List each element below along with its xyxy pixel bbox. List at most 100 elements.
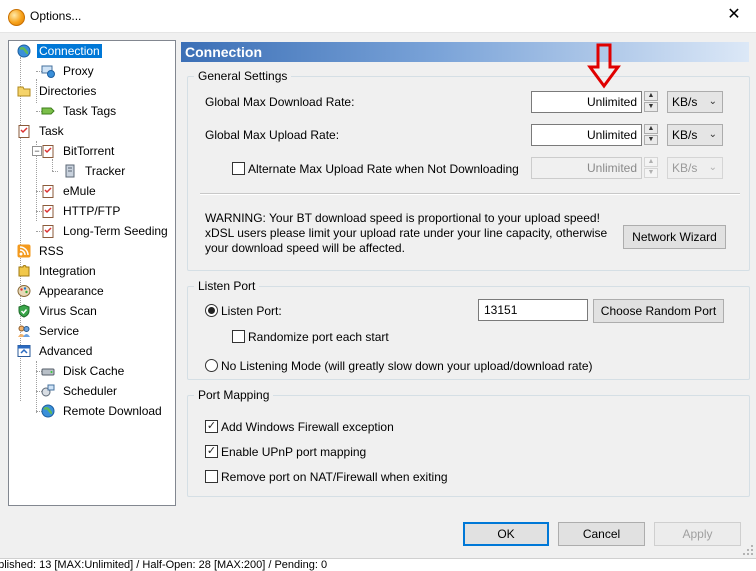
tree-item-tracker[interactable]: Tracker bbox=[65, 162, 127, 180]
no-listening-radio[interactable] bbox=[205, 359, 218, 372]
tree-item-label: Proxy bbox=[63, 64, 94, 78]
tree-item-integration[interactable]: Integration bbox=[18, 262, 98, 280]
tree-item-disk-cache[interactable]: Disk Cache bbox=[41, 362, 126, 380]
spin-up-icon[interactable]: ▲ bbox=[644, 124, 658, 134]
warning-line-2: xDSL users please limit your upload rate… bbox=[205, 226, 608, 240]
warning-line-1: WARNING: Your BT download speed is propo… bbox=[205, 211, 600, 225]
group-title: Port Mapping bbox=[194, 388, 274, 402]
tree-item-label: Task bbox=[39, 124, 64, 138]
upnp-mapping-checkbox[interactable]: ✓ bbox=[205, 445, 218, 458]
listen-port-input[interactable]: 13151 bbox=[478, 299, 588, 321]
alternate-upload-checkbox[interactable] bbox=[232, 162, 245, 175]
download-unit-select[interactable]: KB/s ⌄ bbox=[667, 91, 723, 113]
tree-item-connection[interactable]: Connection bbox=[17, 42, 103, 60]
alternate-unit-select[interactable]: KB/s ⌄ bbox=[667, 157, 723, 179]
firewall-exception-label: Add Windows Firewall exception bbox=[221, 420, 394, 434]
group-title: Listen Port bbox=[194, 279, 260, 293]
no-listening-label: No Listening Mode (will greatly slow dow… bbox=[221, 359, 593, 373]
apply-button[interactable]: Apply bbox=[654, 522, 741, 546]
tree-item-emule[interactable]: eMule bbox=[42, 182, 98, 200]
spin-down-icon[interactable]: ▼ bbox=[644, 102, 658, 112]
server-icon bbox=[65, 164, 75, 178]
close-button[interactable]: ✕ bbox=[726, 6, 742, 24]
tree-line bbox=[52, 171, 58, 172]
tree-item-label: HTTP/FTP bbox=[63, 204, 121, 218]
tree-item-label: Service bbox=[39, 324, 80, 338]
advanced-window-icon bbox=[17, 345, 31, 357]
warning-line-3: your download speed will be affected. bbox=[205, 241, 405, 255]
cancel-button[interactable]: Cancel bbox=[558, 522, 645, 546]
rss-icon bbox=[17, 244, 31, 258]
tree-item-task[interactable]: Task bbox=[18, 122, 66, 140]
upload-rate-input[interactable]: Unlimited bbox=[531, 124, 642, 146]
download-rate-label: Global Max Download Rate: bbox=[205, 95, 355, 109]
alternate-upload-label: Alternate Max Upload Rate when Not Downl… bbox=[248, 162, 519, 176]
tree-item-label: Appearance bbox=[39, 284, 104, 298]
download-rate-spinner[interactable]: ▲ ▼ bbox=[644, 91, 658, 113]
disk-icon bbox=[41, 368, 55, 376]
spin-down-icon[interactable]: ▼ bbox=[644, 135, 658, 145]
randomize-port-checkbox[interactable] bbox=[232, 330, 245, 343]
users-icon bbox=[18, 325, 30, 337]
tree-item-advanced[interactable]: Advanced bbox=[17, 342, 94, 360]
tree-item-remote-download[interactable]: Remote Download bbox=[41, 402, 164, 420]
tree-item-label: Long-Term Seeding bbox=[63, 224, 168, 238]
spin-up-icon[interactable]: ▲ bbox=[644, 91, 658, 101]
resize-grip-icon[interactable] bbox=[742, 544, 754, 556]
listen-port-label: Listen Port: bbox=[221, 304, 282, 318]
select-value: KB/s bbox=[672, 128, 698, 142]
options-tree[interactable]: − Connection Proxy Directories Task Tags… bbox=[8, 40, 176, 506]
remove-port-label: Remove port on NAT/Firewall when exiting bbox=[221, 470, 448, 484]
shield-icon bbox=[18, 304, 30, 318]
upload-rate-spinner[interactable]: ▲ ▼ bbox=[644, 124, 658, 146]
download-rate-input[interactable]: Unlimited bbox=[531, 91, 642, 113]
alternate-rate-input[interactable]: Unlimited bbox=[531, 157, 642, 179]
chevron-down-icon: ⌄ bbox=[708, 162, 717, 173]
app-icon bbox=[8, 9, 25, 26]
tree-item-bittorrent[interactable]: BitTorrent bbox=[42, 142, 116, 160]
tree-line bbox=[36, 361, 37, 413]
chevron-down-icon: ⌄ bbox=[708, 129, 717, 140]
select-value: KB/s bbox=[672, 95, 698, 109]
tree-item-rss[interactable]: RSS bbox=[17, 242, 66, 260]
status-bar: ablished: 13 [MAX:Unlimited] / Half-Open… bbox=[0, 558, 756, 571]
radio-selected-dot bbox=[208, 307, 215, 314]
tree-item-http-ftp[interactable]: HTTP/FTP bbox=[42, 202, 122, 220]
network-wizard-button[interactable]: Network Wizard bbox=[623, 225, 726, 249]
task-clipboard-icon bbox=[42, 225, 54, 238]
tree-item-virus-scan[interactable]: Virus Scan bbox=[18, 302, 99, 320]
task-clipboard-icon bbox=[42, 145, 54, 158]
tree-item-label: BitTorrent bbox=[63, 144, 115, 158]
tree-item-appearance[interactable]: Appearance bbox=[17, 282, 106, 300]
tree-item-service[interactable]: Service bbox=[18, 322, 81, 340]
tree-item-label: eMule bbox=[63, 184, 96, 198]
upload-unit-select[interactable]: KB/s ⌄ bbox=[667, 124, 723, 146]
panel-title: Connection bbox=[181, 42, 749, 62]
tree-item-label: Advanced bbox=[39, 344, 93, 358]
choose-random-port-button[interactable]: Choose Random Port bbox=[593, 299, 724, 323]
window-title: Options... bbox=[30, 9, 82, 23]
remove-port-checkbox[interactable] bbox=[205, 470, 218, 483]
remote-globe-icon bbox=[41, 404, 55, 418]
tree-item-label: Connection bbox=[36, 43, 103, 59]
tree-item-label: Scheduler bbox=[63, 384, 118, 398]
firewall-exception-checkbox[interactable]: ✓ bbox=[205, 420, 218, 433]
alternate-rate-spinner[interactable]: ▲ ▼ bbox=[644, 157, 658, 179]
tree-item-scheduler[interactable]: Scheduler bbox=[41, 382, 119, 400]
tree-item-task-tags[interactable]: Task Tags bbox=[41, 102, 118, 120]
tree-item-proxy[interactable]: Proxy bbox=[41, 62, 96, 80]
ok-button[interactable]: OK bbox=[463, 522, 549, 546]
group-title: General Settings bbox=[194, 69, 292, 83]
options-window: Options... ✕ − Connection Proxy Director… bbox=[0, 0, 756, 558]
task-clipboard-icon bbox=[42, 185, 54, 198]
tree-item-directories[interactable]: Directories bbox=[17, 82, 98, 100]
palette-icon bbox=[17, 285, 31, 297]
spin-down-icon[interactable]: ▼ bbox=[644, 168, 658, 178]
spin-up-icon[interactable]: ▲ bbox=[644, 157, 658, 167]
tree-item-long-term-seeding[interactable]: Long-Term Seeding bbox=[42, 222, 170, 240]
listen-port-radio[interactable] bbox=[205, 304, 218, 317]
status-text: ablished: 13 [MAX:Unlimited] / Half-Open… bbox=[0, 559, 328, 571]
puzzle-icon bbox=[18, 265, 30, 277]
task-clipboard-icon bbox=[18, 125, 30, 138]
select-value: KB/s bbox=[672, 161, 698, 175]
